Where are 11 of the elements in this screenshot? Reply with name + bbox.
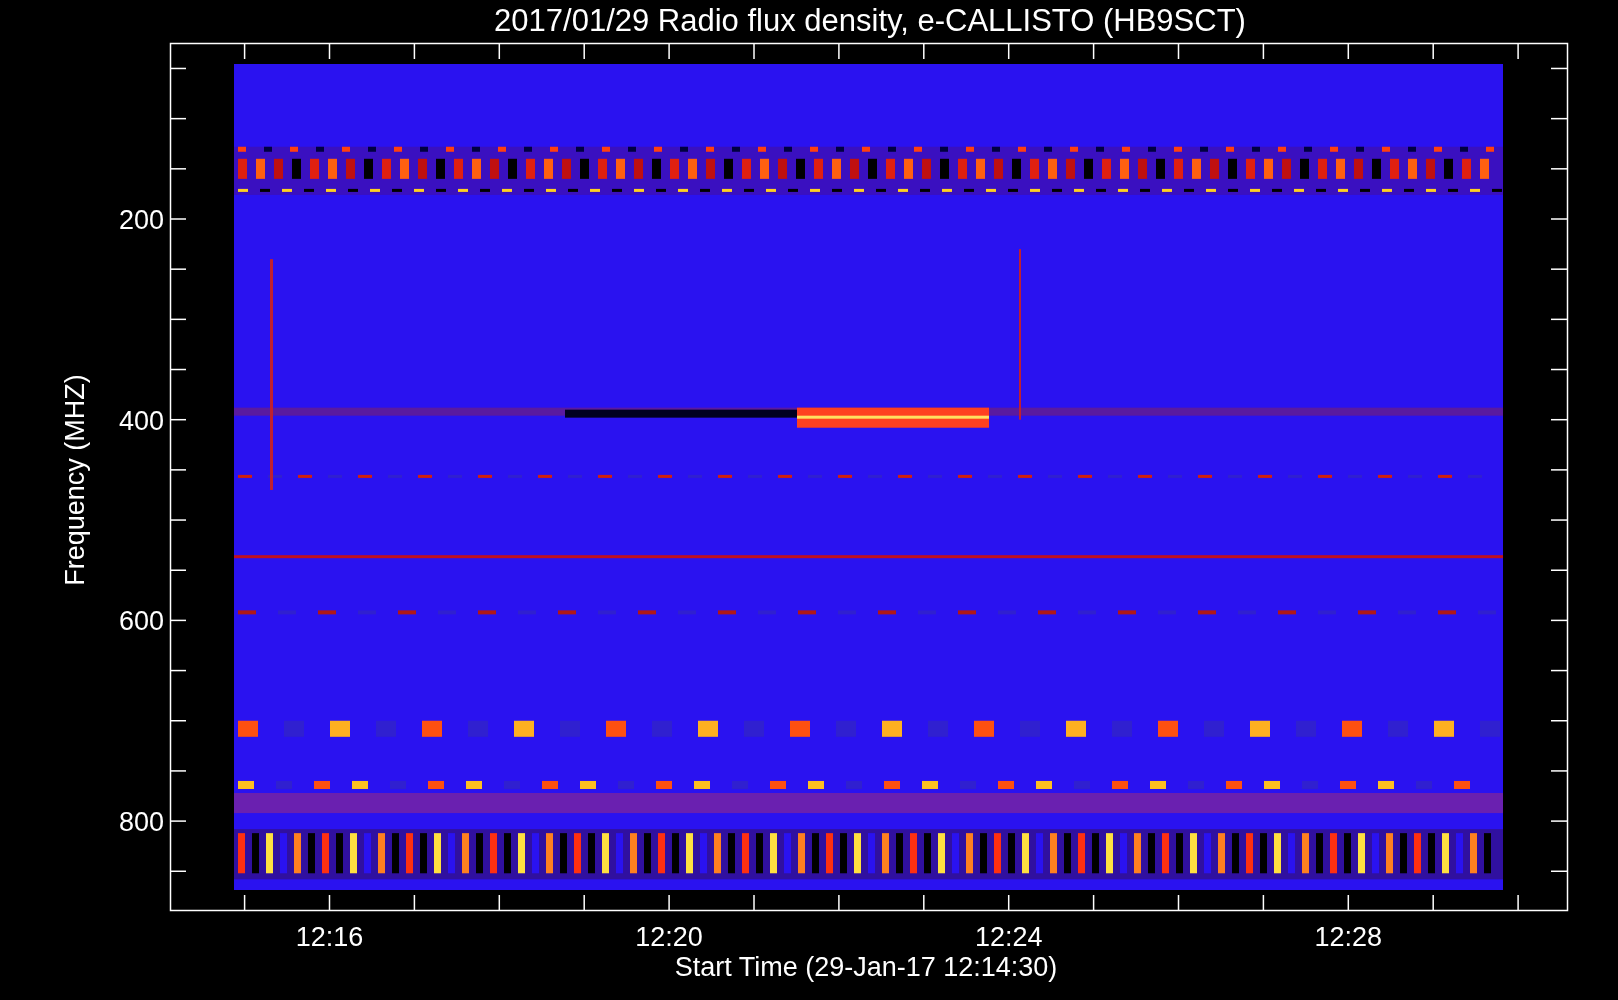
plot-title: 2017/01/29 Radio flux density, e-CALLISTO (HB9SCT) bbox=[494, 3, 1246, 38]
y-tick-label: 200 bbox=[118, 205, 164, 235]
y-axis-label: Frequency (MHZ) bbox=[60, 374, 90, 586]
x-tick-label: 12:24 bbox=[974, 922, 1043, 952]
x-tick-label: 12:20 bbox=[635, 922, 703, 952]
x-axis-label: Start Time (29-Jan-17 12:14:30) bbox=[674, 952, 1058, 982]
y-tick-label: 400 bbox=[118, 405, 164, 436]
y-tick-label: 800 bbox=[118, 807, 164, 838]
y-tick-label: 600 bbox=[118, 606, 164, 637]
x-tick-label: 12:28 bbox=[1314, 922, 1383, 952]
x-tick-label: 12:16 bbox=[295, 922, 364, 952]
